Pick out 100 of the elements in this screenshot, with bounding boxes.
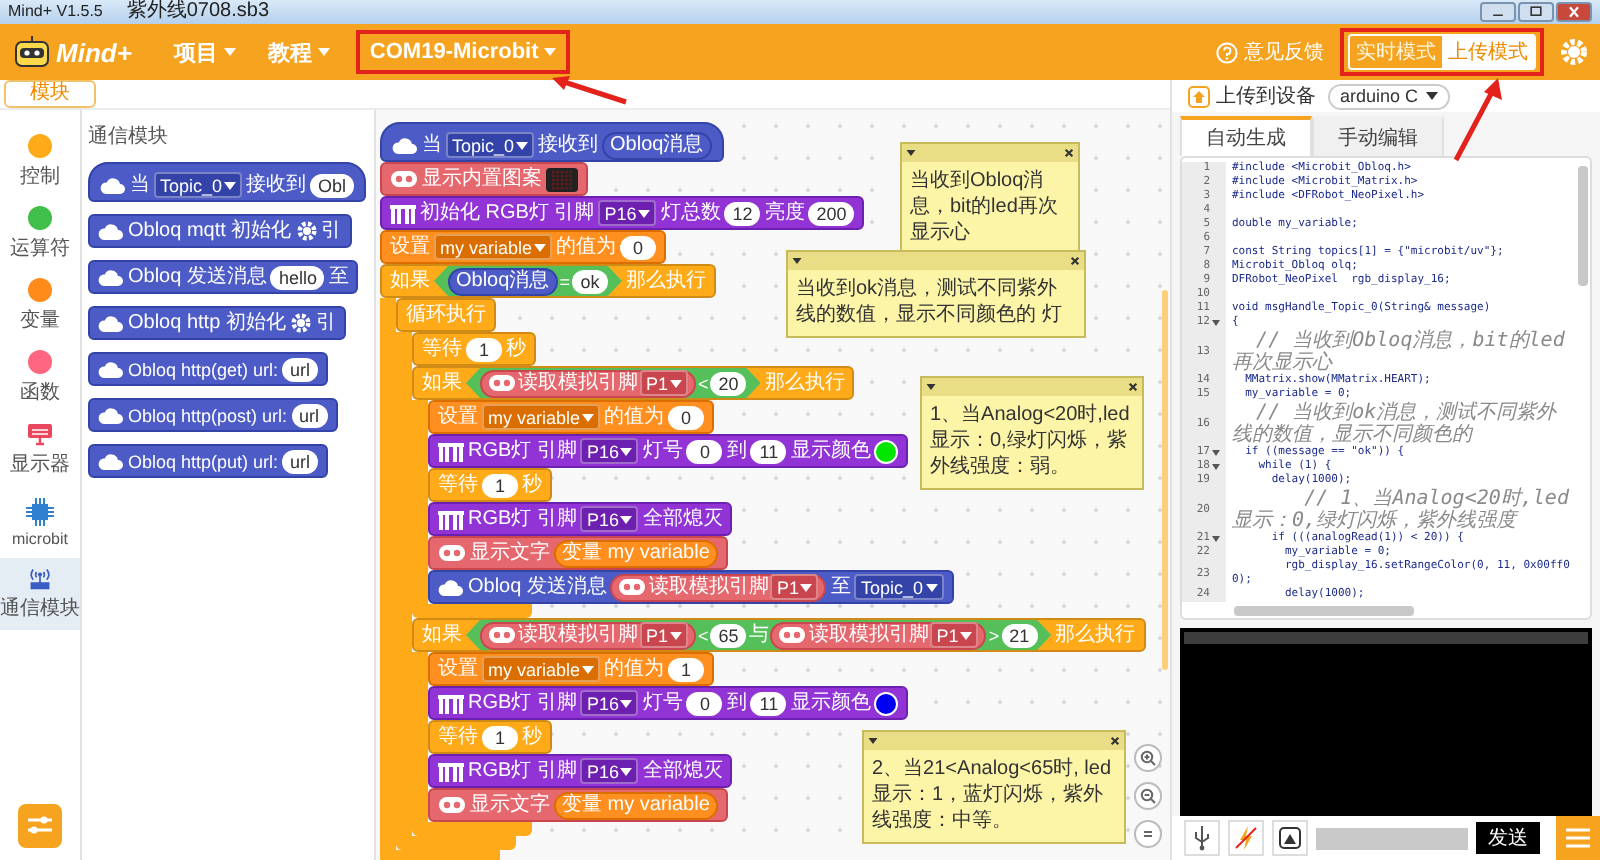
reporter-block[interactable]: Obloq消息 xyxy=(448,267,558,295)
hat-block[interactable]: 当 Topic_0 接收到 Obl xyxy=(88,162,367,202)
comment-note[interactable]: 1、当Analog<20时,led显示：0,绿灯闪烁，紫外线强度：弱。 xyxy=(920,376,1144,490)
code-block[interactable]: 如果 读取模拟引脚 P1 < 65 与 读取模拟引脚 P1 > 21 那么执行 xyxy=(412,618,1146,652)
input-field[interactable]: 20 xyxy=(710,371,747,395)
condition-block[interactable]: Obloq消息 = ok xyxy=(434,266,622,296)
input-field[interactable]: 21 xyxy=(1001,623,1038,647)
scrollbar[interactable] xyxy=(1578,166,1588,286)
upload-button[interactable]: 上传到设备 xyxy=(1188,82,1316,110)
code-block[interactable]: 设置 my variable 的值为 0 xyxy=(380,230,667,264)
editor-tab[interactable]: 手动编辑 xyxy=(1312,116,1444,156)
dropdown-field[interactable]: P1 xyxy=(640,370,689,396)
language-select[interactable]: arduino C xyxy=(1328,83,1451,109)
dropdown-field[interactable]: P16 xyxy=(580,506,639,532)
input-field[interactable]: 1 xyxy=(466,337,502,361)
color-swatch[interactable] xyxy=(874,691,899,715)
input-field[interactable]: 0 xyxy=(686,691,723,715)
reporter-block[interactable]: 读取模拟引脚 P1 xyxy=(770,621,987,649)
send-button[interactable]: 发送 xyxy=(1476,822,1540,854)
maximize-button[interactable] xyxy=(1518,2,1554,22)
fold-caret-icon[interactable] xyxy=(1212,320,1220,326)
hat-block[interactable]: 当 Topic_0 接收到 Obloq消息 xyxy=(380,122,724,162)
input-field[interactable]: 0 xyxy=(620,235,657,259)
usb-icon[interactable] xyxy=(1184,820,1220,856)
close-icon[interactable] xyxy=(1070,256,1080,266)
dropdown-field[interactable]: Topic_0 xyxy=(154,172,243,198)
code-editor[interactable] xyxy=(1180,156,1592,620)
reporter-block[interactable]: 读取模拟引脚 P1 xyxy=(610,573,827,601)
close-icon[interactable] xyxy=(1128,382,1138,392)
editor-tab[interactable]: 自动生成 xyxy=(1180,116,1312,156)
category-item[interactable]: microbit xyxy=(0,486,80,558)
reporter-block[interactable]: 读取模拟引脚 P1 xyxy=(480,621,697,649)
dropdown-field[interactable]: P1 xyxy=(930,622,979,648)
dropdown-field[interactable]: P16 xyxy=(580,690,639,716)
zoom-out-button[interactable] xyxy=(1134,782,1162,810)
code-block[interactable]: RGB灯 引脚 P16 灯号 0 到 11 显示颜色 xyxy=(428,686,909,720)
category-item[interactable]: 显示器 xyxy=(0,414,80,486)
code-block[interactable]: 初始化 RGB灯 引脚 P16 灯总数 12 亮度 200 xyxy=(380,196,865,230)
input-field[interactable]: 11 xyxy=(750,691,787,715)
color-swatch[interactable] xyxy=(874,439,899,463)
code-block[interactable]: 设置 my variable 的值为 0 xyxy=(428,400,715,434)
input-field[interactable]: 65 xyxy=(710,623,747,647)
dropdown-field[interactable]: Topic_0 xyxy=(446,132,535,158)
reset-zoom-button[interactable] xyxy=(1134,820,1162,848)
fold-caret-icon[interactable] xyxy=(1212,450,1220,456)
code-block[interactable]: 等待 1 秒 xyxy=(428,468,552,502)
comment-note[interactable]: 2、当21<Analog<65时, led显示：1，蓝灯闪烁，紫外线强度：中等。 xyxy=(862,730,1126,844)
condition-block[interactable]: 读取模拟引脚 P1 < 20 xyxy=(466,368,761,398)
category-item[interactable]: 函数 xyxy=(0,342,80,414)
input-field[interactable]: 11 xyxy=(750,439,787,463)
code-block[interactable]: 等待 1 秒 xyxy=(412,332,536,366)
input-field[interactable]: 12 xyxy=(724,201,761,225)
input-field[interactable]: 0 xyxy=(686,439,723,463)
input-field[interactable]: 0 xyxy=(668,405,705,429)
zoom-in-button[interactable] xyxy=(1134,744,1162,772)
dropdown-field[interactable]: P16 xyxy=(598,200,657,226)
fold-caret-icon[interactable] xyxy=(1212,536,1220,542)
close-icon[interactable] xyxy=(1064,148,1074,158)
code-block[interactable]: RGB灯 引脚 P16 全部熄灭 xyxy=(428,502,733,536)
input-field[interactable]: url xyxy=(291,403,328,427)
code-block[interactable]: Obloq http(put) url: url xyxy=(88,444,329,478)
code-block[interactable]: 等待 1 秒 xyxy=(428,720,552,754)
code-block[interactable]: Obloq http(post) url: url xyxy=(88,398,338,432)
code-block[interactable]: Obloq mqtt 初始化 引 xyxy=(88,214,352,248)
code-block[interactable]: Obloq 发送消息 hello 至 xyxy=(88,260,359,294)
scrollbar[interactable] xyxy=(1162,290,1168,670)
code-block[interactable]: Obloq http 初始化 引 xyxy=(88,306,346,340)
code-block[interactable]: 如果 Obloq消息 = ok 那么执行 xyxy=(380,264,716,298)
code-block[interactable]: 如果 读取模拟引脚 P1 < 20 那么执行 xyxy=(412,366,855,400)
category-item[interactable]: 控制 xyxy=(0,126,80,198)
scrollbar[interactable] xyxy=(1234,606,1414,616)
condition-block[interactable]: 读取模拟引脚 P1 < 65 与 读取模拟引脚 P1 > 21 xyxy=(466,620,1052,650)
comment-note[interactable]: 当收到ok消息，测试不同紫外线的数值，显示不同颜色的 灯 xyxy=(786,250,1086,338)
dropdown-field[interactable]: P1 xyxy=(770,574,819,600)
close-button[interactable] xyxy=(1556,2,1592,22)
input-field[interactable]: 1 xyxy=(482,473,518,497)
input-field[interactable]: Obl xyxy=(310,173,355,197)
input-field[interactable]: 200 xyxy=(808,201,855,225)
serial-input[interactable] xyxy=(1316,827,1468,849)
code-block[interactable]: RGB灯 引脚 P16 全部熄灭 xyxy=(428,754,733,788)
dropdown-field[interactable]: P16 xyxy=(580,758,639,784)
input-field[interactable]: url xyxy=(282,449,319,473)
category-item[interactable]: 运算符 xyxy=(0,198,80,270)
input-field[interactable]: ok xyxy=(571,269,608,293)
dropdown-field[interactable]: P16 xyxy=(580,438,639,464)
code-block[interactable]: 设置 my variable 的值为 1 xyxy=(428,652,715,686)
code-block[interactable]: Obloq http(get) url: url xyxy=(88,352,329,386)
reporter-block[interactable]: Obloq消息 xyxy=(602,131,712,159)
code-block[interactable]: RGB灯 引脚 P16 灯号 0 到 11 显示颜色 xyxy=(428,434,909,468)
dropdown-field[interactable]: P1 xyxy=(640,622,689,648)
input-field[interactable]: 1 xyxy=(668,657,705,681)
code-block[interactable]: Obloq 发送消息 读取模拟引脚 P1 至 Topic_0 xyxy=(428,570,954,604)
comment-note[interactable]: 当收到Obloq消息，bit的led再次显示心 xyxy=(900,142,1080,256)
close-icon[interactable] xyxy=(1110,736,1120,746)
input-field[interactable]: 1 xyxy=(482,725,518,749)
input-field[interactable]: url xyxy=(282,357,319,381)
slashed-bolt-icon[interactable] xyxy=(1228,820,1264,856)
category-item[interactable]: 通信模块 xyxy=(0,558,80,630)
input-field[interactable]: hello xyxy=(270,265,325,289)
dropdown-field[interactable]: Topic_0 xyxy=(854,574,944,600)
